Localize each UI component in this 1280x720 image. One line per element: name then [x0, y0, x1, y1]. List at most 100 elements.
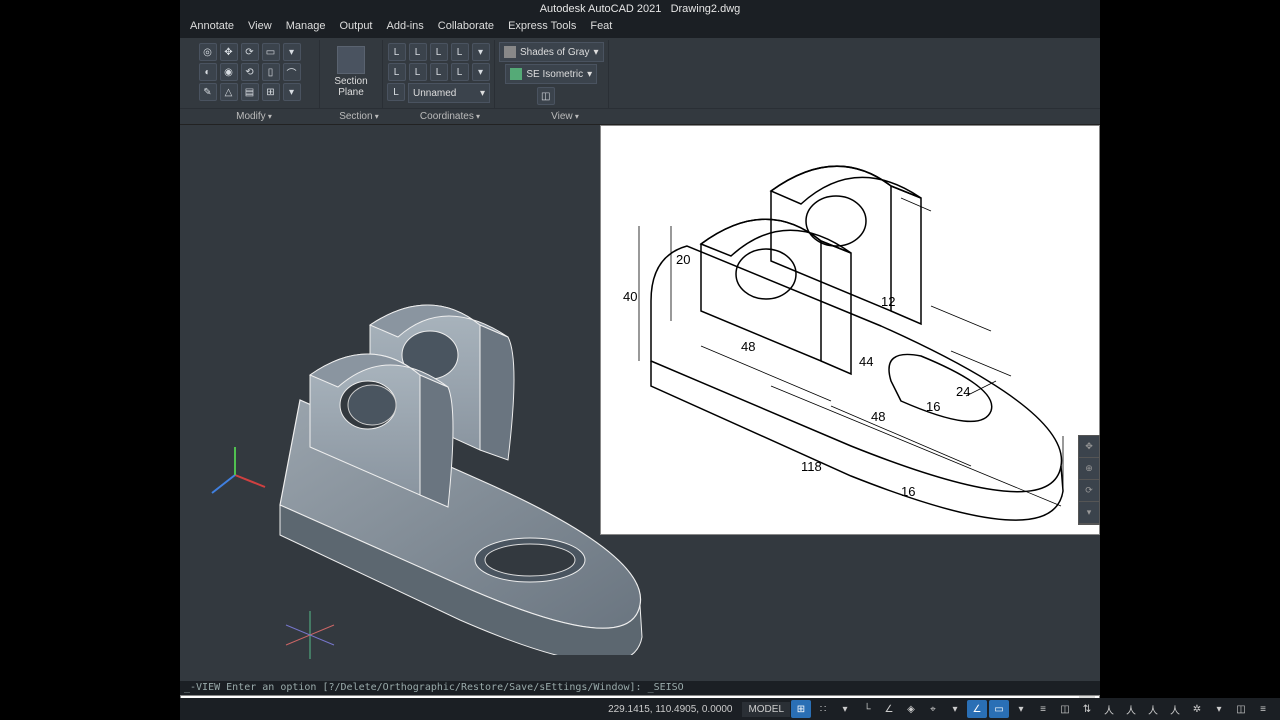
- menu-annotate[interactable]: Annotate: [190, 20, 234, 38]
- union-icon[interactable]: ◎: [199, 43, 217, 61]
- nav-zoom-icon[interactable]: ⊕: [1079, 458, 1099, 480]
- snap-toggle-icon[interactable]: ∷: [813, 700, 833, 718]
- annotation-icon[interactable]: 人: [1165, 700, 1185, 718]
- ucs-face-icon[interactable]: L: [430, 43, 448, 61]
- file-name: Drawing2.dwg: [671, 3, 741, 15]
- otrack-toggle-icon[interactable]: ∠: [967, 700, 987, 718]
- section-plane-icon: [337, 46, 365, 74]
- panel-modify: ◎ ✥ ⟳ ▭ ▾ ◐ ◉ ⟲ ▯ ⌒ ✎ △ ▤ ⊞: [180, 40, 320, 108]
- 3d-snap-icon[interactable]: 人: [1099, 700, 1119, 718]
- menu-view[interactable]: View: [248, 20, 272, 38]
- isodraft-toggle-icon[interactable]: ◈: [901, 700, 921, 718]
- visual-style-label: Shades of Gray: [520, 47, 589, 58]
- dyn-input-icon[interactable]: ▾: [1011, 700, 1031, 718]
- section-plane-label: Section Plane: [334, 76, 367, 98]
- dim-44: 44: [859, 354, 873, 369]
- scale-icon[interactable]: ▾: [283, 43, 301, 61]
- ucs-view-icon[interactable]: L: [451, 43, 469, 61]
- gizmo-icon[interactable]: 人: [1143, 700, 1163, 718]
- align-icon[interactable]: ⟲: [241, 63, 259, 81]
- nav-pan-icon[interactable]: ✥: [1079, 436, 1099, 458]
- 3dosnap-icon[interactable]: ▾: [945, 700, 965, 718]
- ucs-y-icon[interactable]: L: [409, 63, 427, 81]
- coordinates-readout: 229.1415, 110.4905, 0.0000: [608, 704, 732, 715]
- fillet-icon[interactable]: ⌒: [283, 63, 301, 81]
- section-plane-button[interactable]: Section Plane: [324, 42, 378, 102]
- navigation-bar: ✥ ⊕ ⟳ ▾: [1078, 435, 1100, 525]
- panel-view: Shades of Gray ▾ SE Isometric ▾ ◫: [495, 40, 609, 108]
- visual-style-combo[interactable]: Shades of Gray ▾: [499, 42, 604, 62]
- menu-manage[interactable]: Manage: [286, 20, 326, 38]
- menu-featured[interactable]: Feat: [590, 20, 612, 38]
- dim-48a: 48: [741, 339, 755, 354]
- panel-label-view[interactable]: View: [510, 109, 620, 124]
- visual-style-swatch-icon: [504, 46, 516, 58]
- panel-label-section[interactable]: Section: [328, 109, 390, 124]
- subtract-icon[interactable]: ◐: [199, 63, 217, 81]
- dim-16a: 16: [926, 399, 940, 414]
- ucs-z-icon[interactable]: L: [430, 63, 448, 81]
- view-manager-icon[interactable]: ◫: [537, 87, 555, 105]
- menu-express-tools[interactable]: Express Tools: [508, 20, 576, 38]
- panel-label-modify[interactable]: Modify: [180, 109, 328, 124]
- ucs-more-icon[interactable]: ▾: [472, 63, 490, 81]
- command-history-text: _-VIEW Enter an option [?/Delete/Orthogr…: [184, 682, 684, 693]
- ribbon: ◎ ✥ ⟳ ▭ ▾ ◐ ◉ ⟲ ▯ ⌒ ✎ △ ▤ ⊞: [180, 38, 1100, 125]
- ucs-world-icon[interactable]: L: [409, 43, 427, 61]
- erase-icon[interactable]: △: [220, 83, 238, 101]
- customize-icon[interactable]: ≡: [1253, 700, 1273, 718]
- ucs-prev-icon[interactable]: L: [451, 63, 469, 81]
- intersect-icon[interactable]: ✎: [199, 83, 217, 101]
- dynamic-ucs-icon[interactable]: ▭: [989, 700, 1009, 718]
- dim-16b: 16: [901, 484, 915, 499]
- copy-icon[interactable]: ◉: [220, 63, 238, 81]
- menubar: Annotate View Manage Output Add-ins Coll…: [180, 20, 1100, 38]
- titlebar: Autodesk AutoCAD 2021 Drawing2.dwg: [180, 0, 1100, 20]
- view-preset-combo[interactable]: SE Isometric ▾: [505, 64, 597, 84]
- ucs-origin-icon[interactable]: ▾: [472, 43, 490, 61]
- model-space-button[interactable]: MODEL: [742, 702, 790, 717]
- dim-40: 40: [623, 289, 637, 304]
- more-status-icon[interactable]: ▾: [835, 700, 855, 718]
- ucs-named-combo[interactable]: Unnamed ▾: [408, 83, 490, 103]
- ortho-toggle-icon[interactable]: └: [857, 700, 877, 718]
- drawing-canvas[interactable]: 20 40 48 48 118 12 44 24 16 16 ✥ ⊕ ⟳ ▾: [180, 125, 1100, 681]
- ucs-named-icon[interactable]: L: [387, 83, 405, 101]
- ucs-icon[interactable]: L: [388, 43, 406, 61]
- move-icon[interactable]: ✥: [220, 43, 238, 61]
- status-bar: 229.1415, 110.4905, 0.0000 MODEL ⊞ ∷ ▾ └…: [180, 698, 1280, 720]
- dim-48b: 48: [871, 409, 885, 424]
- menu-collaborate[interactable]: Collaborate: [438, 20, 494, 38]
- ucs-named-label: Unnamed: [413, 88, 456, 99]
- panel-coordinates: L L L L ▾ L L L L ▾ L Unnamed: [383, 40, 495, 108]
- crosshair-icon: [280, 605, 340, 665]
- cycling-icon[interactable]: ⇅: [1077, 700, 1097, 718]
- application-window: Autodesk AutoCAD 2021 Drawing2.dwg Annot…: [180, 0, 1100, 720]
- array-icon[interactable]: ▯: [262, 63, 280, 81]
- panel-label-coordinates[interactable]: Coordinates: [390, 109, 510, 124]
- reference-drawing: 20 40 48 48 118 12 44 24 16 16: [600, 125, 1100, 535]
- explode-icon[interactable]: ⊞: [262, 83, 280, 101]
- grid-toggle-icon[interactable]: ⊞: [791, 700, 811, 718]
- menu-output[interactable]: Output: [339, 20, 372, 38]
- quick-props-icon[interactable]: ◫: [1231, 700, 1251, 718]
- ucs-x-icon[interactable]: L: [388, 63, 406, 81]
- polar-toggle-icon[interactable]: ∠: [879, 700, 899, 718]
- workspace-icon[interactable]: ✲: [1187, 700, 1207, 718]
- osnap-toggle-icon[interactable]: ⌖: [923, 700, 943, 718]
- stretch-icon[interactable]: ▾: [283, 83, 301, 101]
- lineweight-icon[interactable]: ≡: [1033, 700, 1053, 718]
- nav-more-icon[interactable]: ▾: [1079, 502, 1099, 524]
- rotate-icon[interactable]: ⟳: [241, 43, 259, 61]
- nav-orbit-icon[interactable]: ⟳: [1079, 480, 1099, 502]
- offset-icon[interactable]: ▤: [241, 83, 259, 101]
- menu-addins[interactable]: Add-ins: [387, 20, 424, 38]
- rendered-3d-model: [220, 225, 650, 655]
- workspace-more-icon[interactable]: ▾: [1209, 700, 1229, 718]
- dim-12: 12: [881, 294, 895, 309]
- transparency-icon[interactable]: ◫: [1055, 700, 1075, 718]
- dim-118: 118: [801, 459, 822, 474]
- filter-icon[interactable]: 人: [1121, 700, 1141, 718]
- mirror-icon[interactable]: ▭: [262, 43, 280, 61]
- panel-section: Section Plane: [320, 40, 383, 108]
